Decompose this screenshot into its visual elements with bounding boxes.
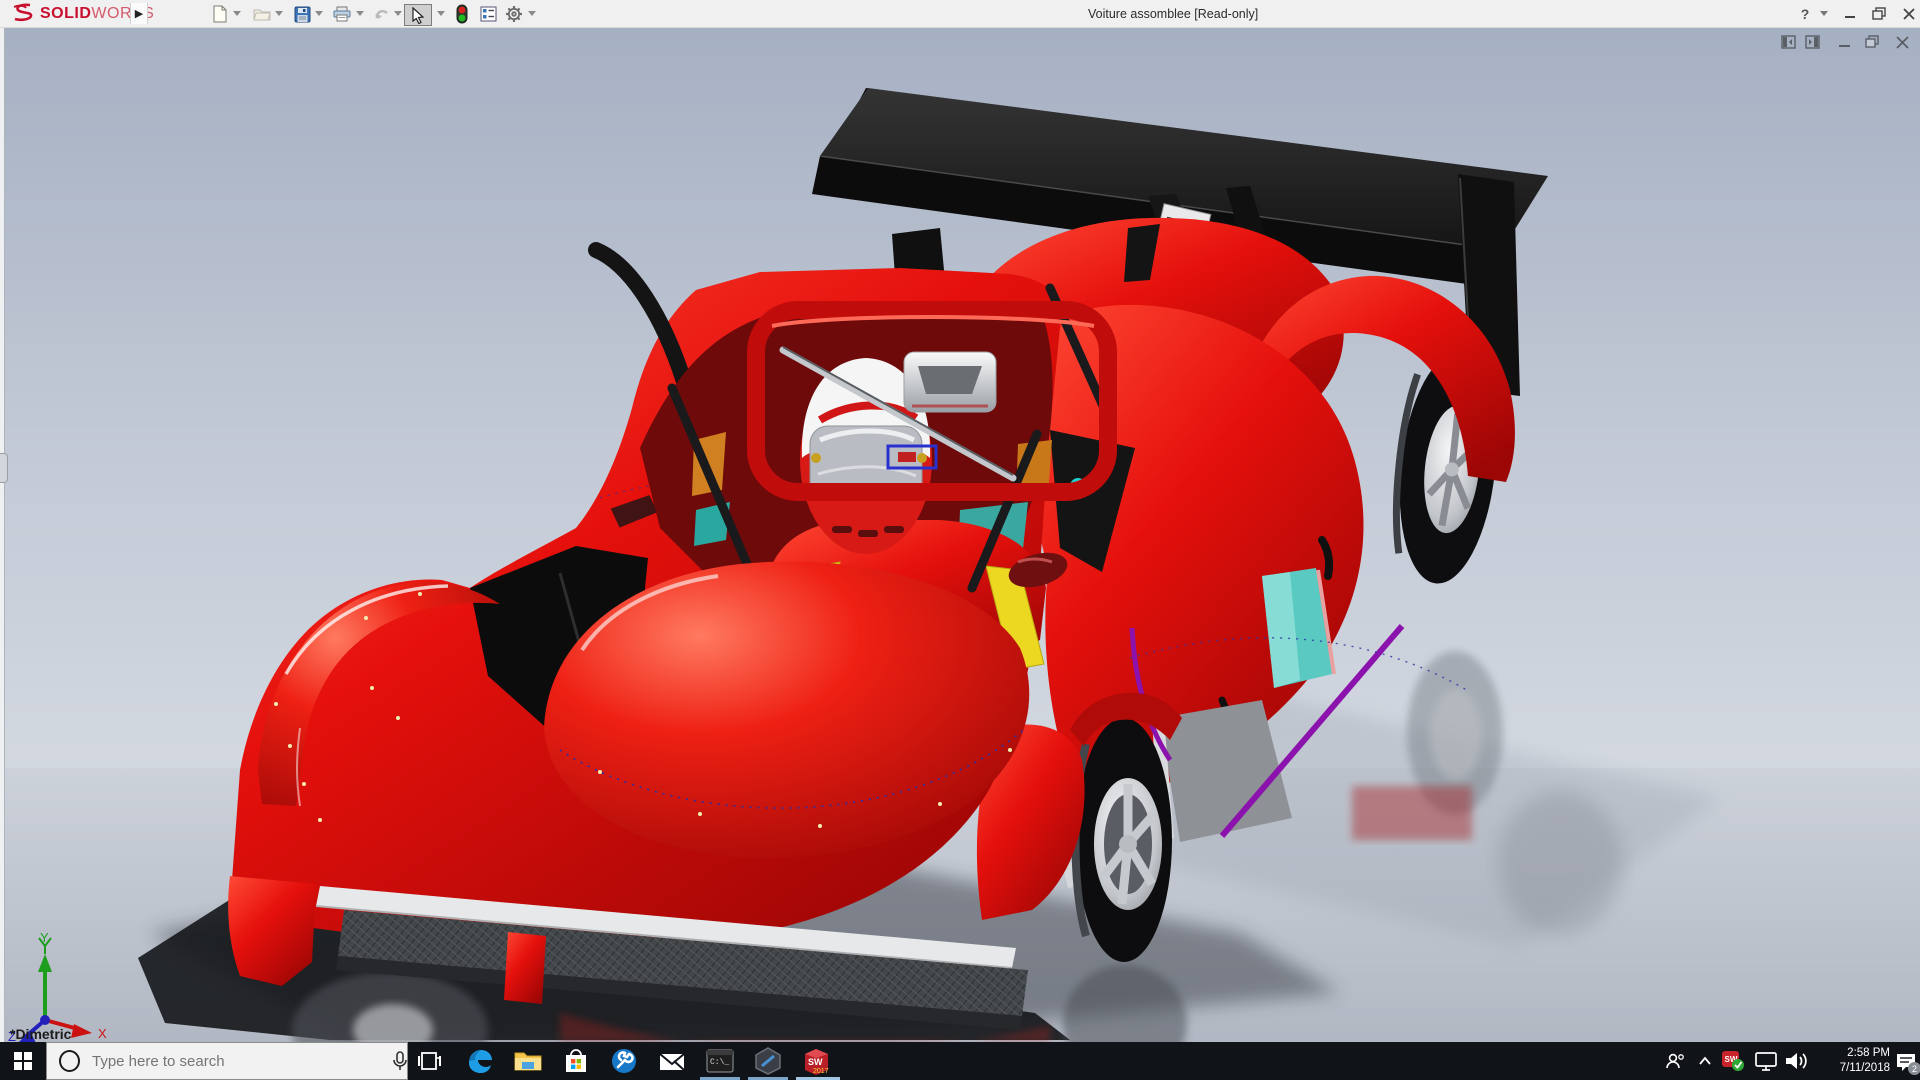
dock-left-icon[interactable] <box>1780 34 1796 50</box>
search-input[interactable] <box>90 1052 330 1071</box>
print-button[interactable] <box>332 4 352 24</box>
rear-view-mirror <box>904 352 996 412</box>
undo-button[interactable] <box>372 4 392 24</box>
file-explorer-icon[interactable] <box>512 1047 544 1075</box>
windows-logo-icon <box>14 1052 32 1070</box>
panel-splitter-tab[interactable] <box>0 453 8 483</box>
file-properties-button[interactable] <box>478 4 498 24</box>
view-orientation-label: *Dimetric <box>10 1026 72 1042</box>
command-prompt-icon[interactable]: C:\_ <box>704 1047 736 1075</box>
start-button[interactable] <box>0 1042 46 1080</box>
hexagon-app-icon[interactable] <box>752 1047 784 1075</box>
task-view-button[interactable] <box>414 1047 446 1075</box>
solidworks-2017-icon[interactable]: SW2017 <box>800 1047 832 1075</box>
graphics-viewport[interactable]: X Y Z *Dimetric <box>0 28 1920 1042</box>
cortana-icon <box>59 1050 80 1072</box>
brand-solid: SOLID <box>40 5 91 23</box>
tray-time: 2:58 PM <box>1808 1046 1890 1061</box>
solidworks-logo-icon <box>10 3 40 25</box>
network-display-icon[interactable] <box>1752 1051 1780 1071</box>
sw-letters: SW <box>808 1057 823 1067</box>
volume-icon[interactable] <box>1782 1051 1810 1071</box>
feature-panel-collapsed-strip[interactable] <box>0 28 5 1042</box>
minimize-button[interactable] <box>1840 0 1860 27</box>
options-gear-button[interactable] <box>504 4 524 24</box>
rebuild-traffic-light-button[interactable] <box>452 4 472 24</box>
windows-taskbar: C:\_ SW2017 SW 2:58 PM 7/11/2018 <box>0 1042 1920 1080</box>
undo-dropdown-caret[interactable] <box>394 11 402 16</box>
options-dropdown-caret[interactable] <box>528 11 536 16</box>
doc-restore-button[interactable] <box>1864 34 1880 50</box>
open-dropdown-caret[interactable] <box>275 11 283 16</box>
new-document-button[interactable] <box>210 4 230 24</box>
edge-icon[interactable] <box>464 1047 496 1075</box>
notification-count-badge: 2 <box>1908 1062 1920 1075</box>
tray-clock[interactable]: 2:58 PM 7/11/2018 <box>1808 1046 1890 1076</box>
help-button[interactable]: ? <box>1796 0 1814 27</box>
menu-flyout-arrow[interactable]: ▶ <box>130 3 148 24</box>
new-dropdown-caret[interactable] <box>233 11 241 16</box>
people-icon[interactable] <box>1662 1051 1688 1071</box>
triad-x-label: X <box>98 1026 107 1041</box>
doc-close-button[interactable] <box>1894 34 1910 50</box>
print-dropdown-caret[interactable] <box>356 11 364 16</box>
save-button[interactable] <box>292 4 312 24</box>
taskbar-search[interactable] <box>46 1042 408 1080</box>
sw-year: 2017 <box>813 1068 829 1075</box>
close-button[interactable] <box>1898 0 1920 27</box>
tray-chevron-up-icon[interactable] <box>1694 1051 1716 1071</box>
triad-y-label: Y <box>40 930 49 945</box>
select-tool-button[interactable] <box>404 4 432 26</box>
solidworks-status-icon[interactable]: SW <box>1720 1051 1746 1071</box>
dock-right-icon[interactable] <box>1804 34 1820 50</box>
model-canvas[interactable]: X Y Z *Dimetric <box>0 28 1920 1042</box>
settings-wrench-icon[interactable] <box>608 1047 640 1075</box>
open-button[interactable] <box>252 4 272 24</box>
mail-icon[interactable] <box>656 1047 688 1075</box>
app-title-bar: SOLIDWORKS ▶ Voiture assomblee [Read-onl… <box>0 0 1920 28</box>
save-dropdown-caret[interactable] <box>315 11 323 16</box>
doc-minimize-button[interactable] <box>1836 34 1852 50</box>
restore-button[interactable] <box>1868 0 1890 27</box>
help-dropdown-caret[interactable] <box>1820 11 1828 16</box>
store-icon[interactable] <box>560 1047 592 1075</box>
tray-date: 7/11/2018 <box>1808 1061 1890 1076</box>
select-dropdown-caret[interactable] <box>437 11 445 16</box>
cmd-prompt-text: C:\_ <box>710 1058 729 1067</box>
window-title: Voiture assomblee [Read-only] <box>1088 7 1258 21</box>
microphone-icon[interactable] <box>392 1051 407 1071</box>
